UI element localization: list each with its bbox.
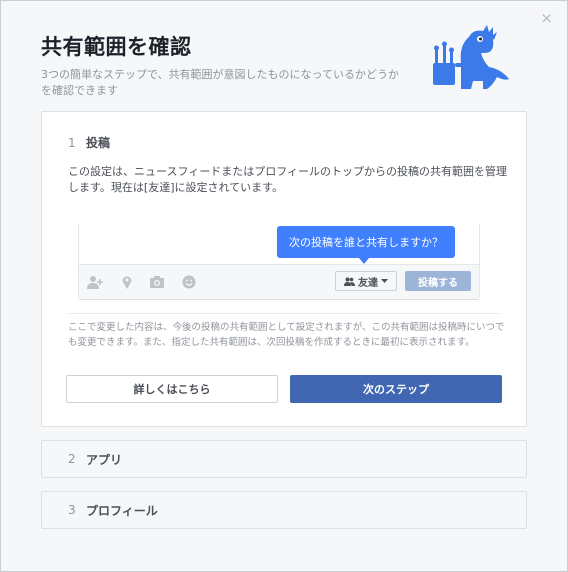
location-icon — [122, 276, 132, 289]
feeling-icon — [182, 275, 196, 289]
next-step-button[interactable]: 次のステップ — [290, 375, 502, 403]
audience-selector[interactable]: 友達 — [335, 271, 397, 291]
composer-bar: 友達 投稿する — [79, 264, 479, 300]
step-number: 2 — [68, 452, 76, 466]
step-description: この設定は、ニュースフィードまたはプロフィールのトップからの投稿の共有範囲を管理… — [68, 165, 508, 194]
close-icon[interactable]: × — [540, 11, 553, 26]
step-header: 3 プロフィール — [68, 492, 158, 528]
divider — [68, 313, 500, 314]
step-number: 3 — [68, 503, 76, 517]
dialog-subtitle: 3つの簡単なステップで、共有範囲が意図したものになっているかどうかを確認できます — [41, 68, 400, 97]
composer-preview: 次の投稿を誰と共有しますか？ 友達 投稿する — [78, 224, 480, 300]
audience-label: 友達 — [358, 277, 378, 289]
step-card-posts: 1 投稿 この設定は、ニュースフィードまたはプロフィールのトップからの投稿の共有… — [41, 111, 527, 427]
step-header: 1 投稿 — [68, 134, 110, 151]
friends-icon — [344, 277, 355, 286]
dinosaur-mascot-icon — [433, 25, 509, 90]
audience-tooltip: 次の投稿を誰と共有しますか？ — [277, 226, 455, 258]
tag-friends-icon — [87, 276, 103, 289]
step-card-profile[interactable]: 3 プロフィール — [41, 491, 527, 529]
step-number: 1 — [68, 135, 76, 150]
step-label: プロフィール — [86, 503, 158, 518]
step-label: 投稿 — [86, 136, 111, 150]
step-header: 2 アプリ — [68, 441, 122, 477]
caret-down-icon — [381, 279, 388, 283]
dialog-title: 共有範囲を確認 — [41, 35, 192, 59]
step-label: アプリ — [86, 452, 123, 467]
step-note: ここで変更した内容は、今後の投稿の共有範囲として設定されますが、この共有範囲は投… — [68, 322, 505, 348]
learn-more-button[interactable]: 詳しくはこちら — [66, 375, 278, 403]
post-button[interactable]: 投稿する — [405, 271, 471, 291]
camera-icon — [150, 276, 164, 288]
step-card-apps[interactable]: 2 アプリ — [41, 440, 527, 478]
privacy-checkup-dialog: × 共有範囲を確認 3つの簡単なステップで、共有範囲が意図したものになっているか… — [0, 0, 568, 572]
